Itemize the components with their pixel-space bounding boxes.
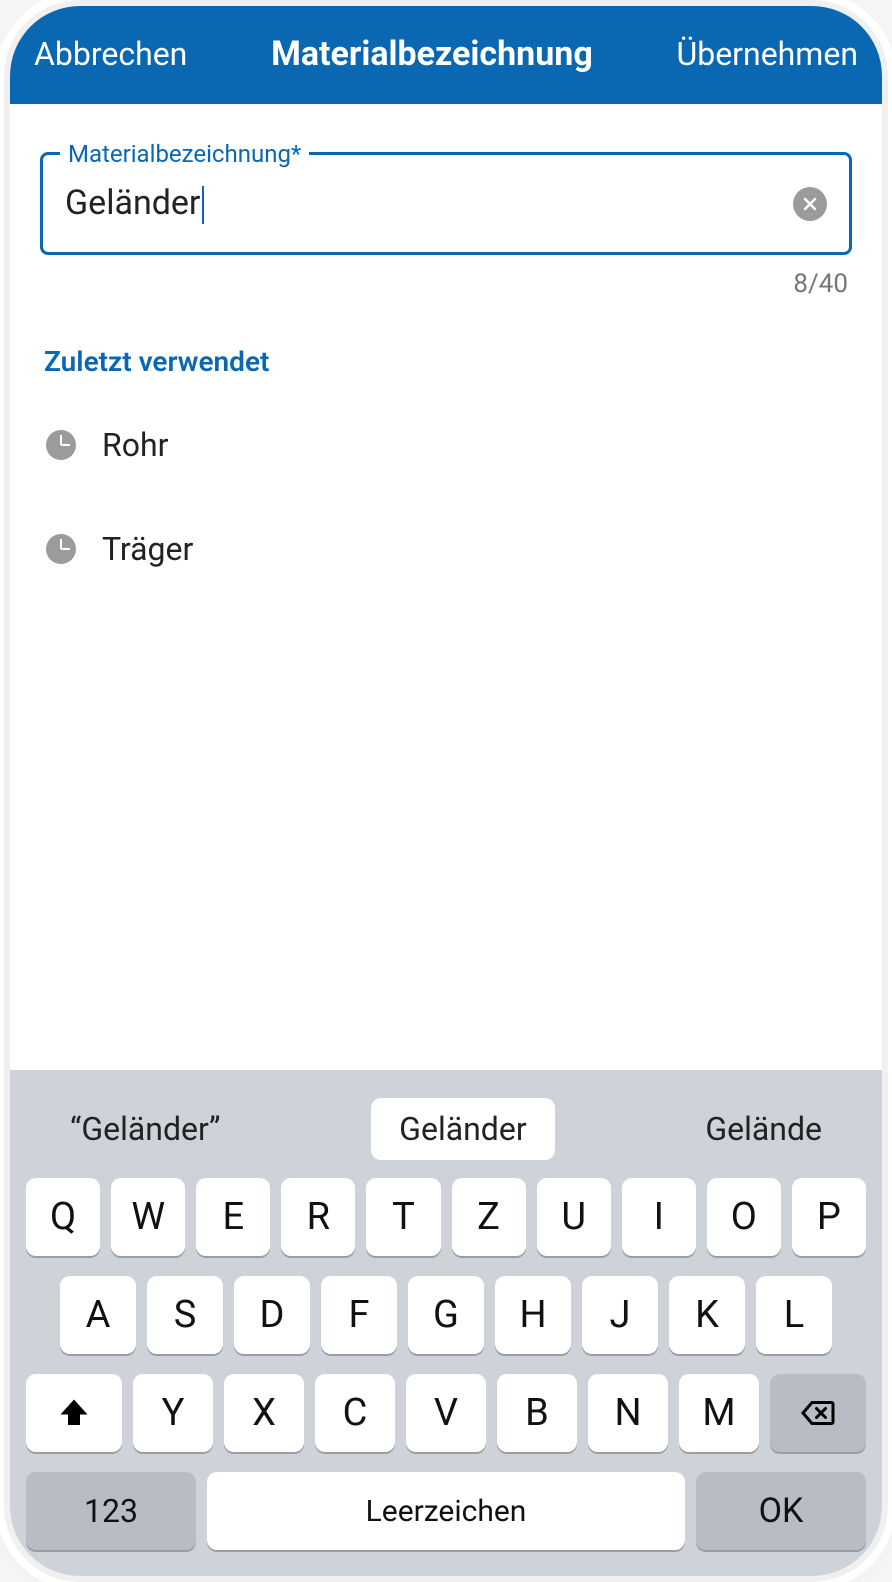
recent-item-label: Träger <box>102 530 193 568</box>
accept-button[interactable]: Übernehmen <box>676 35 858 73</box>
key-l[interactable]: L <box>756 1276 832 1354</box>
key-x[interactable]: X <box>224 1374 304 1452</box>
key-ok[interactable]: OK <box>696 1472 866 1550</box>
modal-title: Materialbezeichnung <box>271 34 593 74</box>
key-m[interactable]: M <box>679 1374 759 1452</box>
key-b[interactable]: B <box>497 1374 577 1452</box>
key-h[interactable]: H <box>495 1276 571 1354</box>
keyboard-row-2: A S D F G H J K L <box>18 1276 874 1354</box>
suggestion-quoted[interactable]: “Geländer” <box>42 1098 248 1160</box>
key-o[interactable]: O <box>707 1178 781 1256</box>
key-t[interactable]: T <box>366 1178 440 1256</box>
keyboard-row-3: Y X C V B N M <box>18 1374 874 1452</box>
modal-header: Abbrechen Materialbezeichnung Übernehmen <box>10 6 882 104</box>
keyboard-row-1: Q W E R T Z U I O P <box>18 1178 874 1256</box>
key-space[interactable]: Leerzeichen <box>207 1472 685 1550</box>
keyboard-row-4: 123 Leerzeichen OK <box>18 1472 874 1550</box>
backspace-icon <box>800 1395 836 1431</box>
clear-input-button[interactable] <box>793 187 827 221</box>
key-r[interactable]: R <box>281 1178 355 1256</box>
recent-item[interactable]: Träger <box>40 512 852 586</box>
key-n[interactable]: N <box>588 1374 668 1452</box>
suggestion-primary[interactable]: Geländer <box>371 1098 554 1160</box>
key-a[interactable]: A <box>60 1276 136 1354</box>
content-area: Materialbezeichnung* Geländer 8/40 Zulet… <box>10 104 882 1070</box>
phone-frame: Abbrechen Materialbezeichnung Übernehmen… <box>10 6 882 1576</box>
close-icon <box>802 196 818 212</box>
key-c[interactable]: C <box>315 1374 395 1452</box>
material-field-label: Materialbezeichnung* <box>60 140 309 168</box>
key-d[interactable]: D <box>234 1276 310 1354</box>
key-w[interactable]: W <box>111 1178 185 1256</box>
keyboard: “Geländer” Geländer Gelände Q W E R T Z … <box>10 1070 882 1576</box>
key-s[interactable]: S <box>147 1276 223 1354</box>
cancel-button[interactable]: Abbrechen <box>34 35 187 73</box>
recent-list: Rohr Träger <box>40 408 852 586</box>
key-v[interactable]: V <box>406 1374 486 1452</box>
material-field-wrap: Materialbezeichnung* Geländer <box>40 152 852 255</box>
suggestion-bar: “Geländer” Geländer Gelände <box>18 1084 874 1178</box>
text-cursor <box>202 186 204 224</box>
material-input[interactable]: Geländer <box>65 183 793 224</box>
recent-item-label: Rohr <box>102 426 168 464</box>
clock-icon <box>46 430 76 460</box>
recent-item[interactable]: Rohr <box>40 408 852 482</box>
suggestion-alt[interactable]: Gelände <box>677 1098 850 1160</box>
char-counter: 8/40 <box>40 269 848 299</box>
key-g[interactable]: G <box>408 1276 484 1354</box>
key-q[interactable]: Q <box>26 1178 100 1256</box>
key-p[interactable]: P <box>792 1178 866 1256</box>
key-y[interactable]: Y <box>133 1374 213 1452</box>
recent-section-title: Zuletzt verwendet <box>44 345 852 378</box>
key-f[interactable]: F <box>321 1276 397 1354</box>
key-j[interactable]: J <box>582 1276 658 1354</box>
key-e[interactable]: E <box>196 1178 270 1256</box>
key-u[interactable]: U <box>537 1178 611 1256</box>
key-z[interactable]: Z <box>452 1178 526 1256</box>
key-i[interactable]: I <box>622 1178 696 1256</box>
key-shift[interactable] <box>26 1374 122 1452</box>
key-k[interactable]: K <box>669 1276 745 1354</box>
shift-icon <box>56 1395 92 1431</box>
clock-icon <box>46 534 76 564</box>
key-numbers[interactable]: 123 <box>26 1472 196 1550</box>
key-backspace[interactable] <box>770 1374 866 1452</box>
